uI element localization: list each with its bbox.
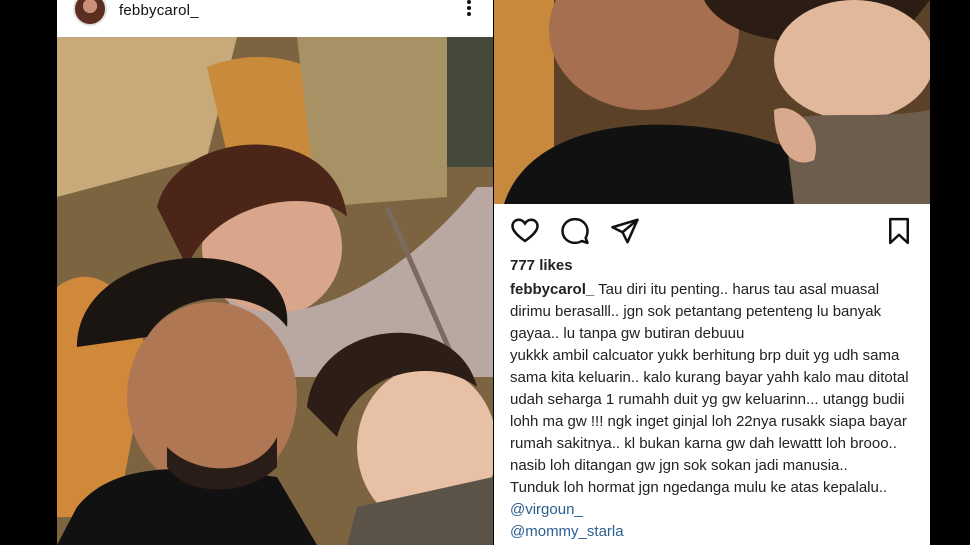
post-right-screenshot: 777 likes febbycarol_ Tau diri itu penti… xyxy=(494,0,930,545)
caption-paragraph: yukkk ambil calcuator yukk berhitung brp… xyxy=(510,345,918,477)
mention-line: @virgoun_ xyxy=(510,499,918,521)
post-actions-bar xyxy=(494,210,930,250)
mention-link[interactable]: @virgoun_ xyxy=(510,501,583,518)
comment-icon[interactable] xyxy=(560,216,590,246)
avatar[interactable] xyxy=(73,0,107,26)
post-header: febbycarol_ xyxy=(57,0,493,36)
post-photo-continued[interactable] xyxy=(494,0,930,204)
more-vertical-icon[interactable] xyxy=(463,0,475,20)
caption-paragraph: febbycarol_ Tau diri itu penting.. harus… xyxy=(510,279,918,345)
likes-count[interactable]: 777 likes xyxy=(510,257,573,274)
post-photo[interactable] xyxy=(57,37,493,545)
bookmark-icon[interactable] xyxy=(884,216,914,246)
heart-icon[interactable] xyxy=(510,216,540,246)
send-icon[interactable] xyxy=(610,216,640,246)
caption-username[interactable]: febbycarol_ xyxy=(510,281,594,298)
post-caption: febbycarol_ Tau diri itu penting.. harus… xyxy=(510,279,918,543)
caption-line-3: Tunduk loh hormat jgn ngedanga mulu ke a… xyxy=(510,479,888,496)
mention-line: @mommy_starla xyxy=(510,521,918,543)
caption-line-2: yukkk ambil calcuator yukk berhitung brp… xyxy=(510,347,909,474)
mention-link[interactable]: @mommy_starla xyxy=(510,523,624,540)
caption-paragraph: Tunduk loh hormat jgn ngedanga mulu ke a… xyxy=(510,477,918,499)
post-username[interactable]: febbycarol_ xyxy=(119,2,199,19)
post-left-screenshot: febbycarol_ xyxy=(57,0,493,545)
